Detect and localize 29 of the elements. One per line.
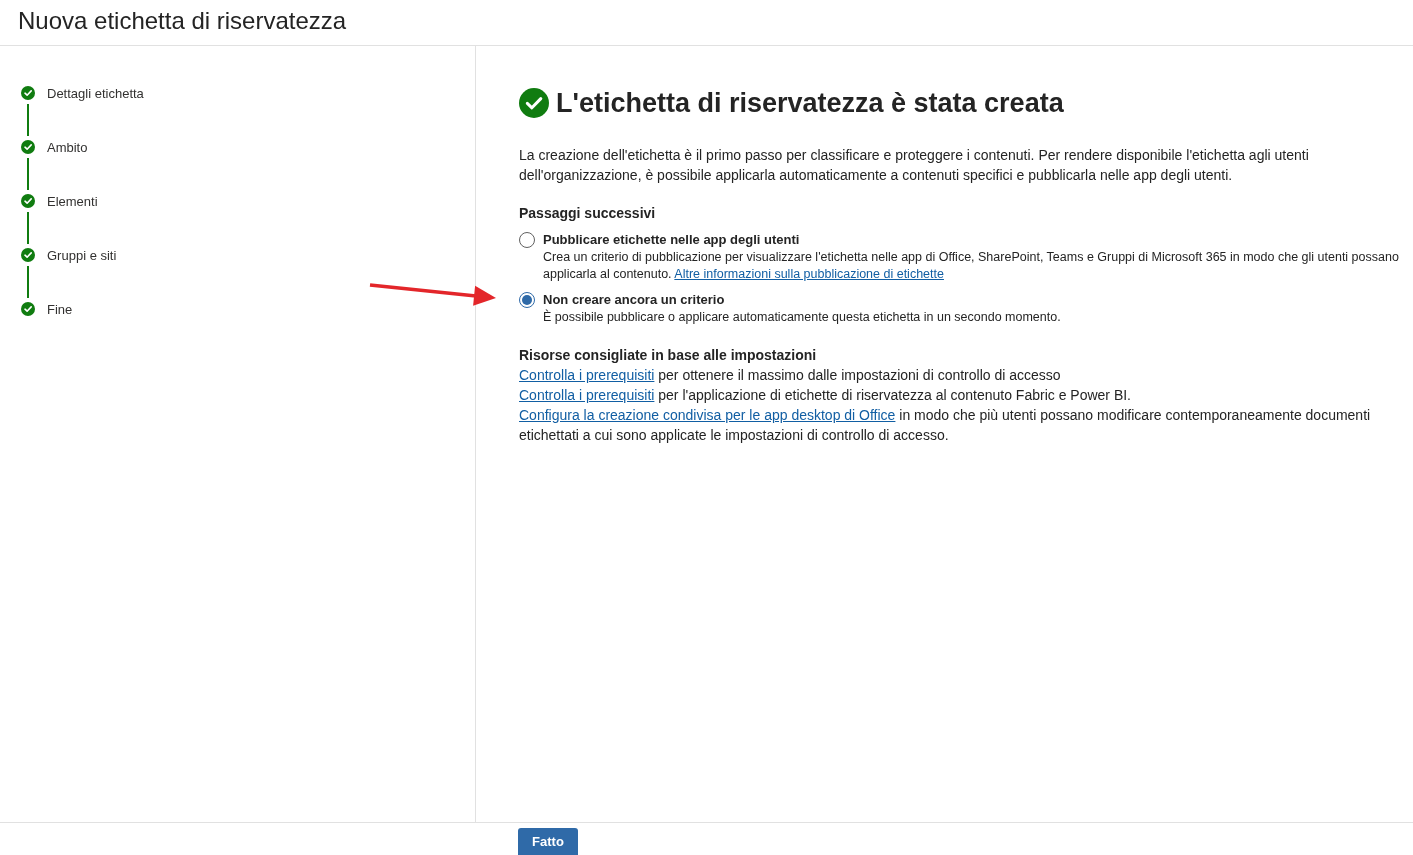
description-text: La creazione dell'etichetta è il primo passo per classificare e proteggere i contenuti. Per rendere disponibile l'etichetta agli utenti dell'organizzazione, è possibile applicarla automaticamente a contenuti specifici e pubblicarla nelle app degli utenti. bbox=[519, 146, 1310, 185]
step-connector bbox=[27, 266, 29, 298]
resource-text: Controlla i prerequisiti per ottenere il massimo dalle impostazioni di controllo di accesso bbox=[519, 366, 1062, 385]
step-label: Ambito bbox=[47, 139, 88, 155]
step-label: Elementi bbox=[47, 193, 98, 209]
success-heading: L'etichetta di riservatezza è stata creata bbox=[556, 87, 1064, 120]
resource-link[interactable]: Controlla i prerequisiti bbox=[519, 367, 655, 383]
radio-button[interactable] bbox=[519, 292, 535, 308]
resource-link[interactable]: Configura la creazione condivisa per le app desktop di Office bbox=[519, 407, 896, 423]
learn-more-link[interactable]: Altre informazioni sulla pubblicazione di etichette bbox=[674, 267, 944, 281]
check-circle-icon bbox=[519, 88, 549, 118]
step-label: Fine bbox=[47, 301, 73, 317]
page-title: Nuova etichetta di riservatezza bbox=[18, 7, 347, 35]
option-label: Non creare ancora un criterio bbox=[543, 291, 726, 309]
step-connector bbox=[27, 158, 29, 190]
option-label: Pubblicare etichette nelle app degli utenti bbox=[543, 231, 801, 249]
step-connector bbox=[27, 104, 29, 136]
section-heading: Risorse consigliate in base alle impostazioni bbox=[519, 346, 818, 365]
section-heading: Passaggi successivi bbox=[519, 204, 657, 223]
option-description: Crea un criterio di pubblicazione per visualizzare l'etichetta nelle app di Office, SharePoint, Teams e Gruppi di Microsoft 365 in modo che gli utenti possano applicarla al contenuto. Altre informazioni sulla pubblicazione di etichette bbox=[543, 249, 1400, 283]
resource-link[interactable]: Controlla i prerequisiti bbox=[519, 387, 655, 403]
step-connector bbox=[27, 212, 29, 244]
option-description: È possibile pubblicare o applicare automaticamente questa etichetta in un secondo momento. bbox=[543, 309, 1062, 326]
resource-text: Controlla i prerequisiti per l'applicazione di etichette di riservatezza al contenuto Fabric e Power BI. bbox=[519, 386, 1132, 405]
done-button[interactable]: Fatto bbox=[518, 828, 578, 855]
resource-text: Configura la creazione condivisa per le app desktop di Office in modo che più utenti possano modificare contemporaneamente documenti etichettati a cui sono applicate le impostazioni di controllo di accesso. bbox=[519, 406, 1372, 445]
step-label: Gruppi e siti bbox=[47, 247, 117, 263]
step-label: Dettagli etichetta bbox=[47, 85, 144, 101]
radio-button[interactable] bbox=[519, 232, 535, 248]
